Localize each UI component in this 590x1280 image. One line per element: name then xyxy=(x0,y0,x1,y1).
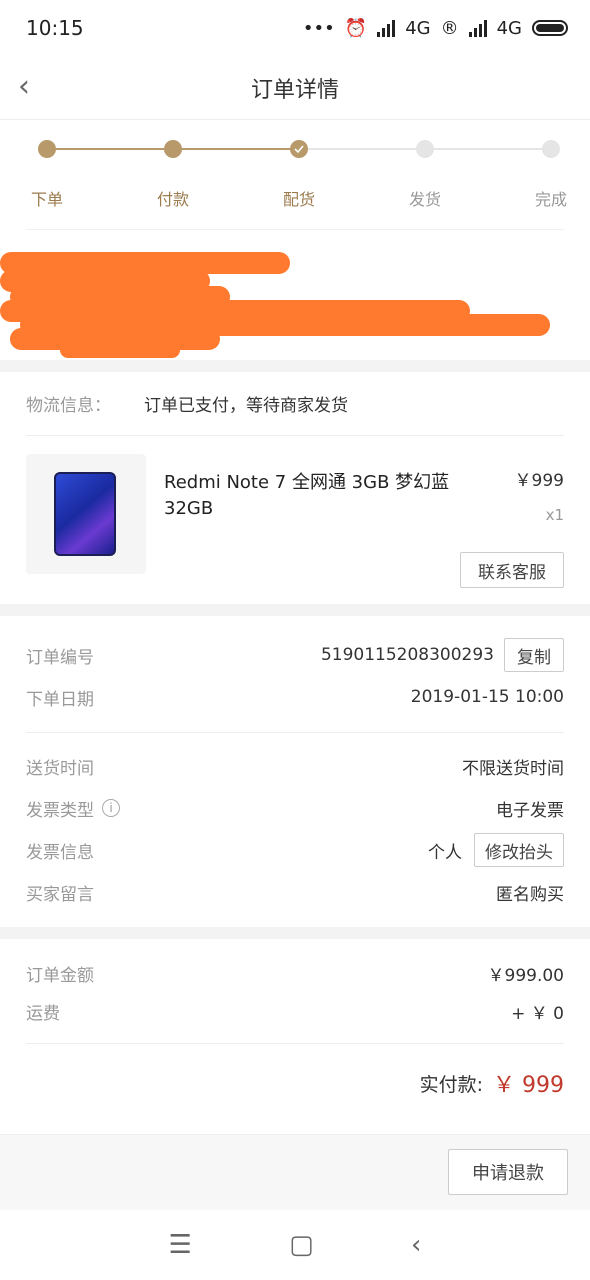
signal-icon xyxy=(377,19,396,37)
order-date-label: 下单日期 xyxy=(26,689,94,710)
order-id-value: 5190115208300293 xyxy=(320,645,494,665)
step-dot-pay xyxy=(164,140,182,158)
signal-icon-2 xyxy=(468,19,487,37)
menu-icon[interactable]: ☰ xyxy=(169,1230,192,1260)
order-progress: 下单 付款 配货 发货 完成 xyxy=(26,120,567,230)
redaction-mark xyxy=(60,342,180,358)
progress-track-3 xyxy=(298,148,424,150)
shipping-label: 运费 xyxy=(26,1003,60,1024)
request-refund-button[interactable]: 申请退款 xyxy=(448,1149,568,1195)
buyer-message-value: 匿名购买 xyxy=(496,884,564,905)
paid-amount-row: 实付款: ￥ 999 xyxy=(0,1044,590,1122)
system-nav-bar: ☰ ▢ ‹ xyxy=(0,1210,590,1280)
step-label-pay: 付款 xyxy=(156,190,189,209)
invoice-info-label: 发票信息 xyxy=(26,842,94,863)
order-info: 订单编号 5190115208300293 复制 下单日期 2019-01-15… xyxy=(0,616,590,913)
logistics-value: 订单已支付，等待商家发货 xyxy=(144,396,348,416)
section-gap xyxy=(0,927,590,939)
home-icon[interactable]: ▢ xyxy=(289,1230,314,1260)
copy-button[interactable]: 复制 xyxy=(504,638,564,672)
product-item: Redmi Note 7 全网通 3GB 梦幻蓝 32GB ￥999 x1 联系… xyxy=(26,436,564,604)
product-price: ￥999 xyxy=(514,471,564,491)
redacted-address xyxy=(0,230,590,360)
shipping-row: 运费 + ￥ 0 xyxy=(0,993,590,1029)
page-title: 订单详情 xyxy=(250,77,339,103)
order-id-label: 订单编号 xyxy=(26,647,94,668)
order-id-row: 订单编号 5190115208300293 复制 xyxy=(0,634,590,676)
delivery-time-row: 送货时间 不限送货时间 xyxy=(0,745,590,787)
order-amount-value: ￥999.00 xyxy=(487,965,564,986)
section-gap xyxy=(0,360,590,372)
buyer-message-row: 买家留言 匿名购买 xyxy=(0,871,590,913)
edit-invoice-title-button[interactable]: 修改抬头 xyxy=(474,833,564,867)
delivery-time-value: 不限送货时间 xyxy=(462,758,564,779)
order-amount-row: 订单金额 ￥999.00 xyxy=(0,953,590,993)
shipping-value: + ￥ 0 xyxy=(511,1003,564,1024)
step-dot-order xyxy=(38,140,56,158)
battery-icon xyxy=(532,20,568,36)
product-quantity: x1 xyxy=(545,506,564,524)
phone-image xyxy=(54,472,116,556)
progress-track-2 xyxy=(172,148,298,150)
invoice-info-row: 发票信息 个人 修改抬头 xyxy=(0,829,590,871)
back-icon[interactable]: ‹ xyxy=(411,1230,421,1260)
step-dot-ship xyxy=(416,140,434,158)
step-label-done: 完成 xyxy=(534,190,567,209)
invoice-type-label: 发票类型 xyxy=(26,800,94,821)
contact-service-button[interactable]: 联系客服 xyxy=(460,552,564,588)
status-icons: ••• ⏰ 4G ® 4G xyxy=(303,18,568,39)
paid-amount-label: 实付款: xyxy=(419,1073,483,1096)
order-amount-label: 订单金额 xyxy=(26,965,94,986)
nav-bar: ‹ 订单详情 xyxy=(0,56,590,120)
logistics-row: 物流信息： 订单已支付，等待商家发货 xyxy=(26,372,564,436)
section-gap xyxy=(0,604,590,616)
divider xyxy=(26,732,564,733)
order-detail-page: 10:15 ••• ⏰ 4G ® 4G ‹ 订单详情 下单 付款 配货 发货 完 xyxy=(0,0,590,1280)
amount-info: 订单金额 ￥999.00 运费 + ￥ 0 实付款: ￥ 999 xyxy=(0,939,590,1122)
step-label-ship: 发货 xyxy=(408,190,441,209)
status-bar: 10:15 ••• ⏰ 4G ® 4G xyxy=(0,0,590,56)
progress-track-4 xyxy=(424,148,550,150)
back-arrow-icon[interactable]: ‹ xyxy=(18,72,30,102)
logistics-label: 物流信息： xyxy=(26,396,111,416)
progress-track-1 xyxy=(46,148,172,150)
step-dot-pack-check-icon xyxy=(290,140,308,158)
network-type-1: 4G xyxy=(405,17,431,39)
invoice-info-value: 个人 xyxy=(428,842,462,863)
info-icon[interactable]: i xyxy=(102,799,120,817)
network-type-2: 4G xyxy=(496,17,522,39)
product-image[interactable] xyxy=(26,454,146,574)
invoice-type-value: 电子发票 xyxy=(496,800,564,821)
delivery-time-label: 送货时间 xyxy=(26,758,94,779)
alarm-icon: ⏰ xyxy=(344,17,368,39)
invoice-type-row: 发票类型 i 电子发票 xyxy=(0,787,590,829)
product-name[interactable]: Redmi Note 7 全网通 3GB 梦幻蓝 32GB xyxy=(164,470,464,522)
status-time: 10:15 xyxy=(26,16,84,40)
paid-amount-value: ￥ 999 xyxy=(493,1073,564,1098)
registered-icon: ® xyxy=(440,17,459,39)
step-label-pack: 配货 xyxy=(282,190,315,209)
step-label-order: 下单 xyxy=(30,190,63,209)
bottom-action-bar: 申请退款 xyxy=(0,1134,590,1210)
order-date-value: 2019-01-15 10:00 xyxy=(410,687,564,707)
order-date-row: 下单日期 2019-01-15 10:00 xyxy=(0,676,590,718)
more-dots-icon: ••• xyxy=(302,17,335,39)
step-dot-done xyxy=(542,140,560,158)
buyer-message-label: 买家留言 xyxy=(26,884,94,905)
